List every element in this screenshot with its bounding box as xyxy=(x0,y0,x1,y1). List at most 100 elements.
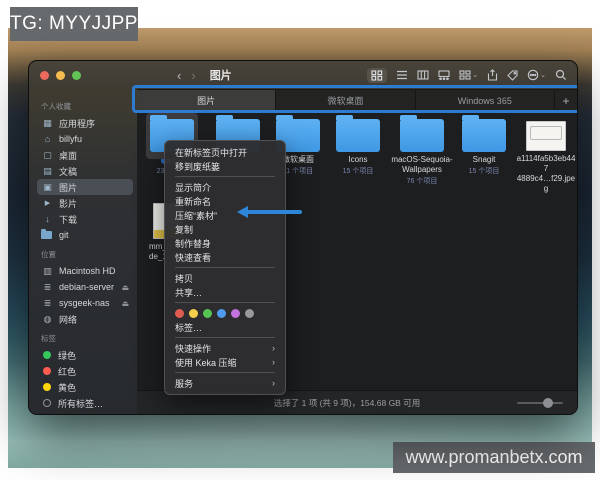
sidebar-item-tag-yellow[interactable]: 黄色 xyxy=(37,379,133,395)
all-tags-icon xyxy=(43,399,51,407)
forward-icon[interactable]: › xyxy=(191,68,195,83)
minimize-button[interactable] xyxy=(56,71,65,80)
file-name: a1114fa5b3eb447 4889c4…f29.jpeg xyxy=(515,154,577,194)
tag-icon[interactable] xyxy=(507,70,518,81)
view-gallery-icon[interactable] xyxy=(438,70,450,80)
back-icon[interactable]: ‹ xyxy=(177,68,181,83)
folder-icon xyxy=(336,119,380,152)
applications-icon: ▦ xyxy=(41,118,54,129)
sidebar-item-movies[interactable]: ▶ 影片 xyxy=(37,195,133,211)
view-list-icon[interactable] xyxy=(396,70,408,80)
sidebar: 个人收藏 ▦ 应用程序 ⌂ billyfu ▢ 桌面 ▤ 文稿 ▣ 图片 xyxy=(29,89,137,414)
image-thumbnail xyxy=(526,121,566,151)
downloads-icon: ↓ xyxy=(41,214,54,224)
watermark-badge: www.promanbetx.com xyxy=(393,442,595,473)
file-name: Icons xyxy=(329,155,387,165)
file-item-snagit[interactable]: Snagit 15 个项目 xyxy=(455,113,513,176)
sidebar-item-macintosh-hd[interactable]: ▥ Macintosh HD xyxy=(37,263,133,279)
slider-knob[interactable] xyxy=(543,398,553,408)
sidebar-item-sysgeek-nas[interactable]: ≣ sysgeek-nas ⏏ xyxy=(37,295,133,311)
icon-size-slider[interactable] xyxy=(517,398,563,408)
share-icon[interactable] xyxy=(487,69,498,81)
menu-item-make-alias[interactable]: 制作替身 xyxy=(165,236,285,250)
submenu-arrow-icon: › xyxy=(272,357,275,367)
sidebar-item-home[interactable]: ⌂ billyfu xyxy=(37,131,133,147)
menu-item-services[interactable]: 服务 › xyxy=(165,376,285,390)
sidebar-item-desktop[interactable]: ▢ 桌面 xyxy=(37,147,133,163)
menu-item-get-info[interactable]: 显示简介 xyxy=(165,180,285,194)
traffic-lights xyxy=(40,71,81,80)
yellow-tag-dot[interactable] xyxy=(189,309,198,318)
file-item-sequoia-wallpapers[interactable]: macOS-Sequoia-Wallpapers 76 个项目 xyxy=(389,113,455,186)
sidebar-item-label: sysgeek-nas xyxy=(59,298,110,308)
eject-icon[interactable]: ⏏ xyxy=(121,299,129,308)
sidebar-item-downloads[interactable]: ↓ 下载 xyxy=(37,211,133,227)
sidebar-item-label: git xyxy=(59,230,69,240)
sidebar-item-documents[interactable]: ▤ 文稿 xyxy=(37,163,133,179)
view-columns-icon[interactable] xyxy=(417,70,429,80)
sidebar-item-all-tags[interactable]: 所有标签… xyxy=(37,395,133,411)
yellow-tag-icon xyxy=(43,383,51,391)
movies-icon: ▶ xyxy=(41,199,54,207)
menu-item-compress[interactable]: 压缩“素材” xyxy=(165,208,285,222)
menu-item-quick-actions[interactable]: 快速操作 › xyxy=(165,341,285,355)
toolbar: ⌄ ⌄ xyxy=(367,68,567,83)
sidebar-item-git[interactable]: git xyxy=(37,227,133,243)
menu-item-keka-compress[interactable]: 使用 Keka 压缩 › xyxy=(165,355,285,369)
menu-item-copy[interactable]: 拷贝 xyxy=(165,271,285,285)
sidebar-item-applications[interactable]: ▦ 应用程序 xyxy=(37,115,133,131)
sidebar-item-label: debian-server xyxy=(59,282,114,292)
sidebar-item-network[interactable]: ◍ 网络 xyxy=(37,311,133,327)
sidebar-item-label: 网络 xyxy=(59,313,77,326)
chevron-down-icon: ⌄ xyxy=(540,71,546,79)
finder-window: ‹ › 图片 ⌄ xyxy=(28,60,578,415)
desktop-icon: ▢ xyxy=(41,150,54,161)
file-item-jpeg[interactable]: a1114fa5b3eb447 4889c4…f29.jpeg xyxy=(515,113,577,194)
server-icon: ≣ xyxy=(41,298,54,309)
red-tag-dot[interactable] xyxy=(175,309,184,318)
menu-item-open-in-new-tab[interactable]: 在新标签页中打开 xyxy=(165,145,285,159)
sidebar-section-tags: 标签 xyxy=(41,333,133,344)
sidebar-item-label: 影片 xyxy=(59,197,77,210)
screenshot-canvas: TG: MYYJJPP www.promanbetx.com ‹ › 图片 xyxy=(0,0,600,480)
menu-separator xyxy=(175,372,275,373)
blue-tag-dot[interactable] xyxy=(217,309,226,318)
eject-icon[interactable]: ⏏ xyxy=(121,283,129,292)
new-tab-button[interactable]: + xyxy=(555,90,577,111)
group-by-icon[interactable]: ⌄ xyxy=(459,70,478,80)
sidebar-item-tag-green[interactable]: 绿色 xyxy=(37,347,133,363)
sidebar-item-tag-red[interactable]: 红色 xyxy=(37,363,133,379)
sidebar-item-label: 所有标签… xyxy=(58,397,103,410)
green-tag-dot[interactable] xyxy=(203,309,212,318)
menu-item-move-to-trash[interactable]: 移到废纸篓 xyxy=(165,159,285,173)
zoom-button[interactable] xyxy=(72,71,81,80)
server-icon: ≣ xyxy=(41,282,54,293)
menu-item-rename[interactable]: 重新命名 xyxy=(165,194,285,208)
file-name: macOS-Sequoia-Wallpapers xyxy=(389,155,455,175)
menu-item-duplicate[interactable]: 复制 xyxy=(165,222,285,236)
close-button[interactable] xyxy=(40,71,49,80)
menu-item-tags[interactable]: 标签… xyxy=(165,320,285,334)
more-icon[interactable]: ⌄ xyxy=(527,69,546,81)
tab-microsoft-desktop[interactable]: 微软桌面 xyxy=(276,90,415,111)
menu-item-share[interactable]: 共享… xyxy=(165,285,285,299)
submenu-arrow-icon: › xyxy=(272,343,275,353)
view-grid-icon[interactable] xyxy=(367,68,387,83)
sidebar-item-label: 桌面 xyxy=(59,149,77,162)
folder-icon xyxy=(41,231,52,239)
sidebar-item-label: 红色 xyxy=(58,365,76,378)
menu-item-quick-look[interactable]: 快速查看 xyxy=(165,250,285,264)
sidebar-item-debian-server[interactable]: ≣ debian-server ⏏ xyxy=(37,279,133,295)
tab-pictures[interactable]: 图片 xyxy=(137,90,276,111)
purple-tag-dot[interactable] xyxy=(231,309,240,318)
tag-color-row xyxy=(165,306,285,320)
gray-tag-dot[interactable] xyxy=(245,309,254,318)
sidebar-item-label: Macintosh HD xyxy=(59,266,116,276)
sidebar-item-pictures[interactable]: ▣ 图片 xyxy=(37,179,133,195)
tab-windows-365[interactable]: Windows 365 xyxy=(416,90,555,111)
tg-badge: TG: MYYJJPP xyxy=(10,7,138,41)
sidebar-item-label: 绿色 xyxy=(58,349,76,362)
file-item-icons[interactable]: Icons 15 个项目 xyxy=(329,113,387,176)
search-icon[interactable] xyxy=(555,69,567,81)
nav-arrows: ‹ › xyxy=(177,68,196,83)
